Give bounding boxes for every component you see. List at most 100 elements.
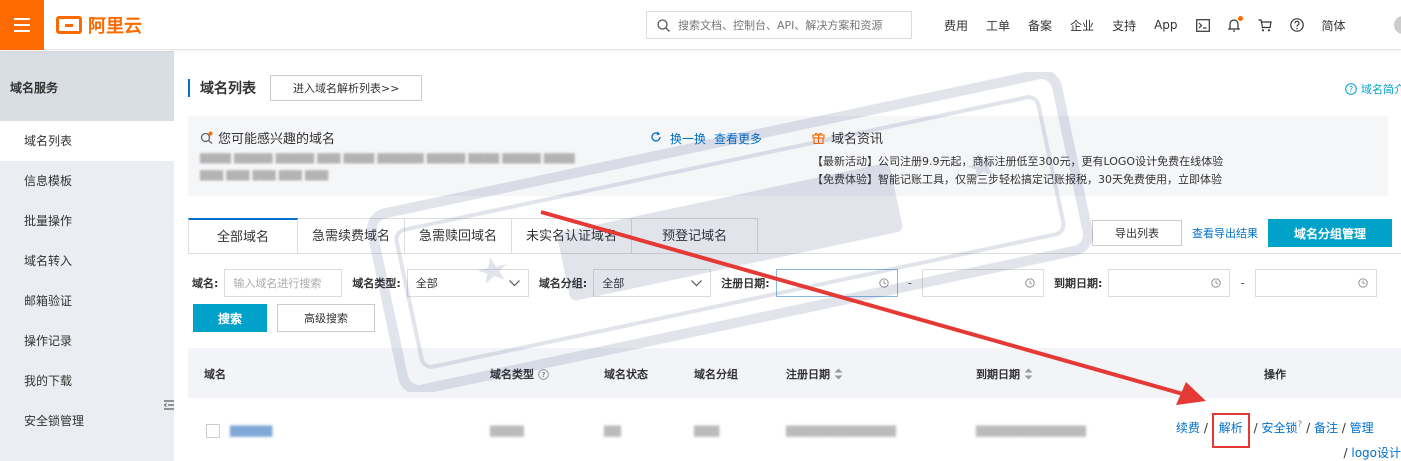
- list-actions: 导出列表 查看导出结果 域名分组管理: [1092, 219, 1393, 247]
- refresh-link[interactable]: 换一换: [670, 130, 706, 147]
- blurred-domain-suggestions: ▇▇▇▇ ▇▇▇▇▇ ▇▇▇▇▇ ▇▇▇ ▇▇▇▇ ▇▇▇▇▇▇ ▇▇▇▇▇ ▇…: [200, 153, 575, 164]
- global-search[interactable]: [646, 11, 912, 39]
- nav-tickets[interactable]: 工单: [986, 17, 1010, 34]
- exp-date-start-input[interactable]: [1108, 269, 1231, 297]
- row-checkbox[interactable]: [206, 424, 220, 438]
- menu-button[interactable]: [0, 0, 44, 50]
- nav-app[interactable]: App: [1154, 18, 1177, 32]
- help-icon[interactable]: [1289, 18, 1304, 32]
- sidebar-item-domain-list[interactable]: 域名列表: [0, 121, 174, 161]
- search-input[interactable]: [678, 18, 898, 32]
- blurred-domain-name[interactable]: ▇▇▇▇▇: [230, 424, 272, 437]
- export-list-button[interactable]: 导出列表: [1092, 220, 1182, 246]
- clock-icon: [1025, 278, 1035, 288]
- tab-urgent-redeem[interactable]: 急需赎回域名: [405, 218, 513, 254]
- menu-icon: [14, 18, 30, 32]
- terminal-icon[interactable]: [1195, 18, 1210, 32]
- news-title: 域名资讯: [812, 128, 1223, 147]
- type-select[interactable]: 全部: [406, 269, 529, 297]
- reg-date-end-input[interactable]: [921, 269, 1044, 297]
- advanced-search-button[interactable]: 高级搜索: [277, 304, 375, 332]
- clock-icon: [1211, 278, 1222, 288]
- avatar[interactable]: [1394, 16, 1401, 34]
- col-exp-date[interactable]: 到期日期: [976, 366, 1033, 382]
- lock-help-icon[interactable]: ?: [1297, 420, 1302, 430]
- sidebar-item-batch[interactable]: 批量操作: [0, 201, 174, 241]
- domain-search-input[interactable]: 输入域名进行搜索: [224, 269, 343, 297]
- filter-bar: 域名: 输入域名进行搜索 域名类型: 全部 域名分组: 全部 注册日期: - 到: [192, 269, 1387, 297]
- blurred-domain-status: ▇▇: [604, 424, 621, 437]
- sidebar-item-transfer-in[interactable]: 域名转入: [0, 241, 174, 281]
- view-export-results-link[interactable]: 查看导出结果: [1192, 225, 1258, 241]
- interest-actions: 换一换 查看更多: [650, 130, 762, 147]
- page-header: 域名列表 进入域名解析列表>>: [188, 75, 423, 101]
- nav-support[interactable]: 支持: [1112, 17, 1136, 34]
- tab-urgent-renew[interactable]: 急需续费域名: [298, 218, 406, 254]
- news-line-2[interactable]: 【免费体验】智能记账工具，仅需三步轻松搞定记账报税，30天免费使用，立即体验: [812, 171, 1223, 189]
- clock-icon: [878, 278, 889, 288]
- question-circle-icon[interactable]: ?: [538, 368, 549, 380]
- sidebar-item-operation-log[interactable]: 操作记录: [0, 321, 174, 361]
- chevron-down-icon: [691, 279, 703, 286]
- refresh-icon[interactable]: [650, 131, 662, 146]
- domain-intro-label: 域名简介: [1361, 83, 1401, 96]
- brand-name: 阿里云: [88, 16, 142, 37]
- reg-date-start-input[interactable]: [775, 269, 898, 297]
- op-separator: /: [1306, 421, 1311, 435]
- renew-link[interactable]: 续费: [1176, 421, 1200, 435]
- op-separator: /: [1203, 421, 1208, 435]
- aliyun-logo-icon: [56, 16, 82, 34]
- sort-icon: [1024, 368, 1033, 380]
- clock-icon: [1358, 278, 1368, 288]
- bell-icon[interactable]: [1227, 16, 1243, 32]
- tab-all-domains[interactable]: 全部域名: [188, 218, 299, 254]
- type-filter-label: 域名类型:: [352, 277, 401, 290]
- col-domain-type: 域名类型 ?: [490, 366, 549, 382]
- blurred-domain-suggestions-2: ▇▇▇ ▇▇▇ ▇▇▇ ▇▇▇ ▇▇▇: [200, 170, 329, 181]
- view-more-link[interactable]: 查看更多: [714, 130, 762, 147]
- group-select[interactable]: 全部: [593, 269, 712, 297]
- app-root: 阿里云 费用 工单 备案 企业 支持 App: [0, 0, 1401, 461]
- tab-preregistered[interactable]: 预登记域名: [632, 218, 759, 254]
- group-manage-button[interactable]: 域名分组管理: [1268, 219, 1393, 247]
- language-switch[interactable]: 简体: [1322, 17, 1346, 34]
- exp-date-end-input[interactable]: [1254, 269, 1377, 297]
- cart-icon[interactable]: [1258, 18, 1272, 32]
- blurred-domain-type: ▇▇▇▇: [490, 424, 524, 437]
- sidebar-item-templates[interactable]: 信息模板: [0, 161, 174, 201]
- title-accent: [188, 79, 190, 97]
- col-operations: 操作: [1264, 368, 1286, 381]
- domain-news: 域名资讯 【最新活动】公司注册9.9元起，商标注册低至300元，更有LOGO设计…: [812, 128, 1223, 189]
- brand-logo[interactable]: 阿里云: [56, 14, 142, 37]
- reg-date-separator: -: [907, 276, 912, 290]
- group-filter-label: 域名分组:: [538, 277, 588, 290]
- col-reg-date[interactable]: 注册日期: [786, 366, 843, 382]
- sidebar-item-email-verify[interactable]: 邮箱验证: [0, 281, 174, 321]
- manage-link[interactable]: 管理: [1350, 421, 1374, 435]
- nav-icp[interactable]: 备案: [1028, 17, 1052, 34]
- op-separator: /: [1343, 446, 1348, 460]
- top-bar: 阿里云 费用 工单 备案 企业 支持 App: [0, 0, 1401, 50]
- enter-resolve-list-button[interactable]: 进入域名解析列表>>: [270, 75, 423, 101]
- sort-icon: [834, 368, 843, 380]
- blurred-exp-date: ▇▇▇▇▇▇▇▇▇▇▇▇▇: [976, 424, 1086, 437]
- nav-fees[interactable]: 费用: [944, 17, 968, 34]
- table-row: ▇▇▇▇▇ ▇▇▇▇ ▇▇ ▇▇▇ ▇▇▇▇▇▇▇▇▇▇▇▇▇ ▇▇▇▇▇▇▇▇…: [188, 399, 1401, 461]
- tab-unverified[interactable]: 未实名认证域名: [512, 218, 633, 254]
- sidebar-item-downloads[interactable]: 我的下载: [0, 361, 174, 401]
- col-domain-type-label: 域名类型: [490, 368, 534, 381]
- news-line-1[interactable]: 【最新活动】公司注册9.9元起，商标注册低至300元，更有LOGO设计免费在线体…: [812, 153, 1223, 171]
- main-content: 域名列表 进入域名解析列表>> ? 域名简介 您可能感兴趣的域名 ▇▇▇▇ ▇▇…: [174, 51, 1401, 461]
- sidebar-item-security-lock[interactable]: 安全锁管理: [0, 401, 174, 441]
- note-link[interactable]: 备注: [1314, 421, 1338, 435]
- domain-intro-link[interactable]: ? 域名简介: [1345, 81, 1401, 97]
- blurred-reg-date: ▇▇▇▇▇▇▇▇▇▇▇▇▇: [786, 424, 896, 437]
- top-nav: 费用 工单 备案 企业 支持 App 简体: [944, 0, 1364, 50]
- logo-design-link[interactable]: logo设计: [1351, 446, 1401, 460]
- security-lock-link[interactable]: 安全锁: [1261, 421, 1297, 435]
- resolve-link[interactable]: 解析: [1219, 421, 1243, 435]
- page-title: 域名列表: [200, 81, 256, 97]
- op-separator: /: [1253, 421, 1258, 435]
- nav-enterprise[interactable]: 企业: [1070, 17, 1094, 34]
- search-button[interactable]: 搜索: [193, 304, 267, 332]
